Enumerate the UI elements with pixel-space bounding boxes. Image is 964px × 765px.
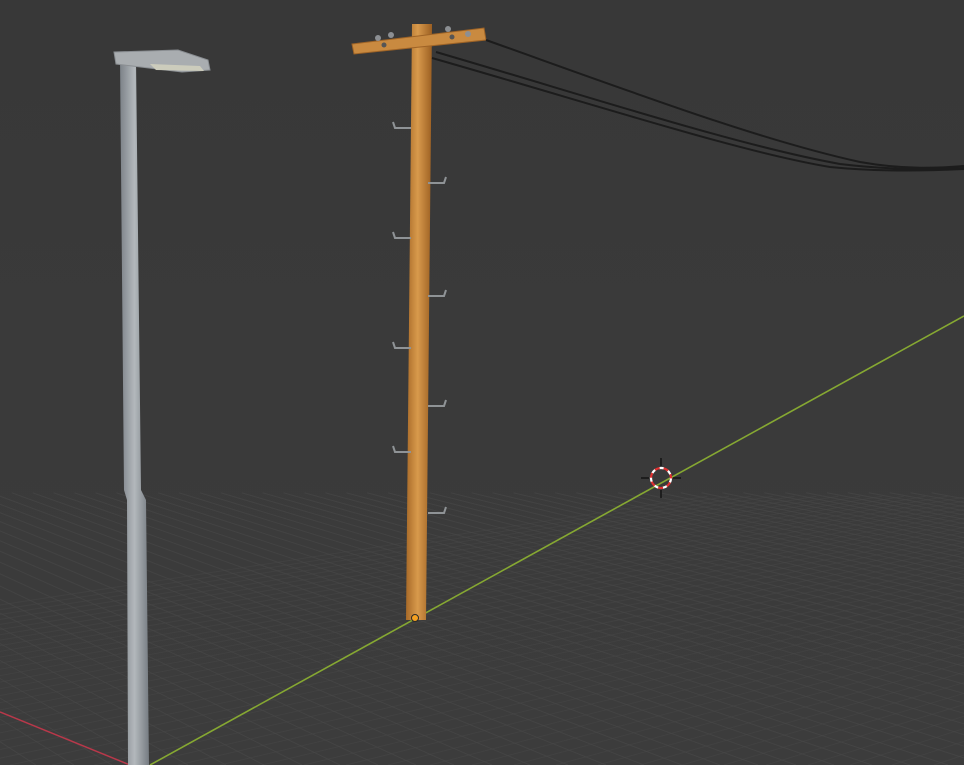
object-origin-icon[interactable] [411, 614, 419, 622]
viewport-scene[interactable] [0, 0, 964, 765]
3d-viewport[interactable] [0, 0, 964, 765]
